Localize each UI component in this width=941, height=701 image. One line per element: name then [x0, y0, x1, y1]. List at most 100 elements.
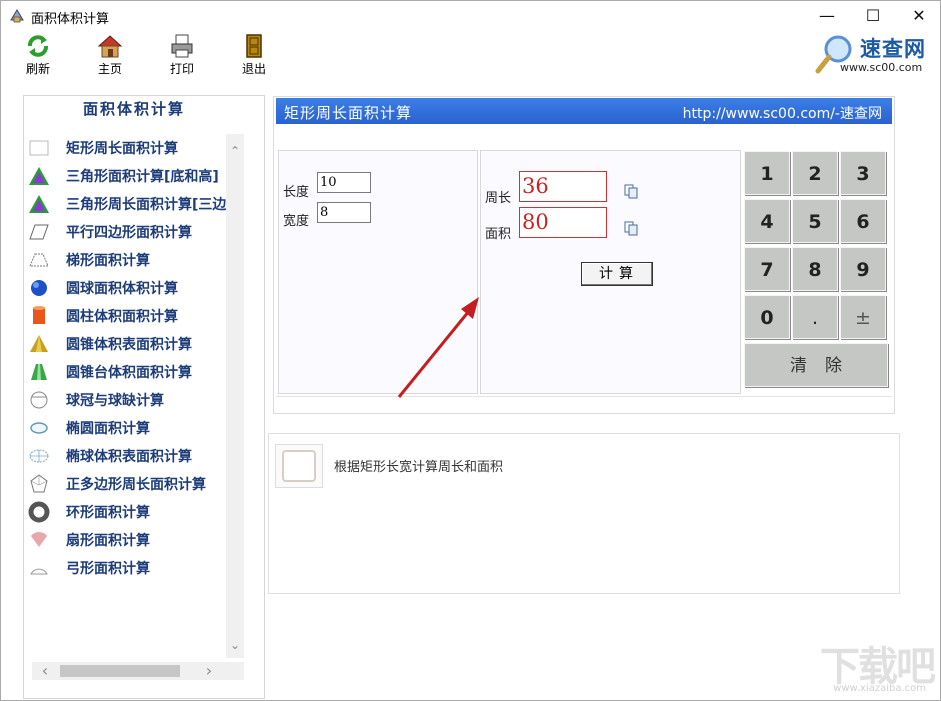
triangle-icon [29, 167, 49, 185]
menu-label: 圆锥体积表面积计算 [66, 337, 192, 353]
polygon-icon [30, 474, 48, 493]
key-1[interactable]: 1 [744, 151, 790, 195]
key-plus-minus[interactable]: ± [840, 295, 886, 339]
width-label: 宽度 [283, 214, 310, 229]
description-text: 根据矩形长宽计算周长和面积 [334, 460, 504, 475]
copy-icon[interactable] [623, 220, 639, 236]
menu-item-triangle-three-sides[interactable]: 三角形周长面积计算[三边] [28, 190, 228, 218]
print-button[interactable]: 打印 [161, 33, 203, 77]
menu-item-rectangle[interactable]: 矩形周长面积计算 [28, 134, 228, 162]
menu-item-parallelogram[interactable]: 平行四边形面积计算 [28, 218, 228, 246]
menu-label: 平行四边形面积计算 [66, 225, 192, 241]
calculator-url[interactable]: http://www.sc00.com/-速查网 [683, 103, 882, 123]
logo-text: 速查网 [860, 37, 926, 61]
menu-item-annulus[interactable]: 环形面积计算 [28, 498, 228, 526]
area-label: 面积 [485, 227, 512, 242]
menu-item-trapezoid[interactable]: 梯形面积计算 [28, 246, 228, 274]
rectangle-icon [29, 140, 49, 156]
menu-label: 圆锥台体积面积计算 [66, 365, 192, 381]
scroll-right-icon[interactable]: › [200, 662, 218, 680]
ellipsoid-icon [29, 449, 49, 463]
menu-label: 扇形面积计算 [66, 533, 150, 549]
key-decimal[interactable]: . [792, 295, 838, 339]
key-2[interactable]: 2 [792, 151, 838, 195]
key-5[interactable]: 5 [792, 199, 838, 243]
menu-item-sphere[interactable]: 圆球面积体积计算 [28, 274, 228, 302]
red-arrow-annotation [397, 297, 479, 398]
perimeter-output[interactable]: 36 [519, 171, 607, 202]
menu-item-sector[interactable]: 扇形面积计算 [28, 526, 228, 554]
menu-item-regular-polygon[interactable]: 正多边形周长面积计算 [28, 470, 228, 498]
exit-label: 退出 [241, 62, 266, 76]
clear-button[interactable]: 清除 [744, 343, 888, 387]
close-button[interactable]: ✕ [896, 1, 941, 31]
key-7[interactable]: 7 [744, 247, 790, 291]
scroll-down-icon[interactable]: ⌄ [226, 636, 244, 654]
exit-door-icon [246, 34, 262, 58]
menu-label: 正多边形周长面积计算 [66, 477, 206, 493]
watermark-url: www.xiazaiba.com [833, 683, 926, 694]
print-label: 打印 [169, 62, 194, 76]
rectangle-preview-icon [282, 450, 316, 482]
vertical-scrollbar[interactable]: ⌃ ⌄ [226, 134, 244, 658]
area-output[interactable]: 80 [519, 207, 607, 238]
key-4[interactable]: 4 [744, 199, 790, 243]
menu-item-triangle-base-height[interactable]: 三角形面积计算[底和高] [28, 162, 228, 190]
menu-label: 圆球面积体积计算 [66, 281, 178, 297]
length-label: 长度 [283, 185, 310, 200]
key-6[interactable]: 6 [840, 199, 886, 243]
sector-icon [31, 532, 47, 547]
key-3[interactable]: 3 [840, 151, 886, 195]
menu-item-ellipse[interactable]: 椭圆面积计算 [28, 414, 228, 442]
length-input[interactable]: 10 [317, 172, 371, 193]
horizontal-scrollbar[interactable]: ‹ › [32, 662, 244, 680]
key-0[interactable]: 0 [744, 295, 790, 339]
cone-icon [30, 335, 48, 352]
triangle-icon [29, 195, 49, 213]
minimize-button[interactable]: — [804, 1, 850, 31]
keypad: 1 2 3 4 5 6 7 8 9 0 . ± 清除 [744, 151, 892, 395]
app-icon [10, 9, 24, 23]
menu-item-segment[interactable]: 弓形面积计算 [28, 554, 228, 582]
menu-item-cone[interactable]: 圆锥体积表面积计算 [28, 330, 228, 358]
description-panel: 根据矩形长宽计算周长和面积 [268, 433, 900, 594]
perimeter-label: 周长 [485, 191, 512, 206]
copy-icon[interactable] [623, 183, 639, 199]
result-panel: 周长 36 面积 80 计算 [480, 150, 741, 394]
refresh-button[interactable]: 刷新 [17, 33, 59, 77]
printer-icon [171, 34, 193, 58]
key-9[interactable]: 9 [840, 247, 886, 291]
exit-button[interactable]: 退出 [233, 33, 275, 77]
cylinder-icon [33, 306, 45, 324]
menu-label: 弓形面积计算 [66, 561, 150, 577]
home-label: 主页 [97, 62, 122, 76]
menu-item-spherical-cap[interactable]: 球冠与球缺计算 [28, 386, 228, 414]
calculator-title: 矩形周长面积计算 [284, 104, 413, 122]
scroll-left-icon[interactable]: ‹ [36, 662, 54, 680]
menu-label: 三角形周长面积计算[三边] [66, 197, 228, 213]
home-button[interactable]: 主页 [89, 33, 131, 77]
refresh-label: 刷新 [25, 62, 50, 76]
trapezoid-icon [29, 253, 49, 267]
key-8[interactable]: 8 [792, 247, 838, 291]
ellipse-icon [30, 422, 48, 434]
logo-url: www.sc00.com [840, 61, 923, 74]
frustum-icon [31, 364, 47, 380]
menu-label: 圆柱体积面积计算 [66, 309, 178, 325]
spherical-cap-icon [30, 391, 48, 409]
menu-label: 矩形周长面积计算 [66, 141, 178, 157]
menu-item-cylinder[interactable]: 圆柱体积面积计算 [28, 302, 228, 330]
scroll-thumb[interactable] [60, 665, 180, 677]
scroll-up-icon[interactable]: ⌃ [226, 142, 244, 160]
menu-item-ellipsoid[interactable]: 椭球体积表面积计算 [28, 442, 228, 470]
menu-label: 三角形面积计算[底和高] [66, 169, 219, 185]
width-input[interactable]: 8 [317, 202, 371, 223]
compute-button[interactable]: 计算 [581, 262, 653, 286]
maximize-button[interactable]: ☐ [850, 1, 896, 31]
calculator-footer [276, 396, 892, 412]
menu-item-frustum[interactable]: 圆锥台体积面积计算 [28, 358, 228, 386]
calculator-panel: 矩形周长面积计算 http://www.sc00.com/-速查网 长度 10 … [273, 96, 895, 414]
shape-preview [275, 444, 323, 488]
main-area: 面积体积计算 矩形周长面积计算 三角形面积计算[底和高] 三角形周长面积计算[三… [1, 77, 940, 700]
app-window: 面积体积计算 — ☐ ✕ 刷新 主页 打印 退出 速查网 www.sc00.co… [0, 0, 941, 701]
